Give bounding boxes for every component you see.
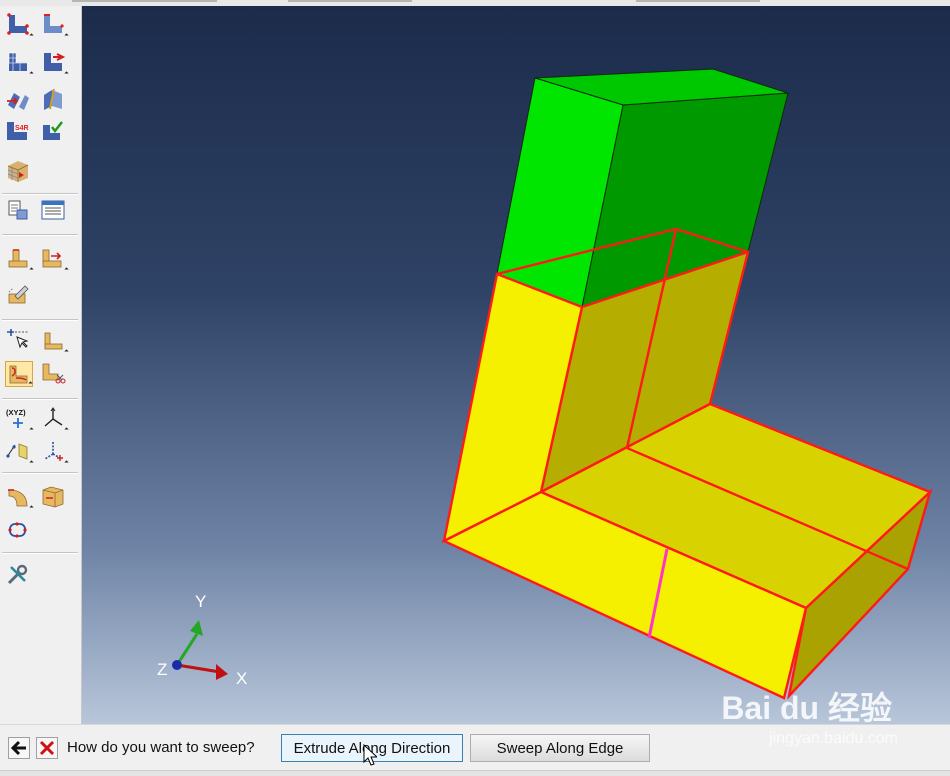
prompt-area: How do you want to sweep? Extrude Along … xyxy=(0,724,950,771)
tools-wrench-icon[interactable] xyxy=(5,563,33,589)
datum-xyz-icon[interactable]: (XYZ) xyxy=(5,406,34,432)
virtual-topology-icon[interactable] xyxy=(5,282,33,308)
partition-solid-icon[interactable] xyxy=(40,484,68,510)
back-arrow-button[interactable] xyxy=(8,737,30,759)
y-axis-label: Y xyxy=(195,592,207,611)
datum-triad-icon[interactable] xyxy=(40,439,69,465)
close-icon xyxy=(39,740,55,756)
table-manager-icon[interactable] xyxy=(40,198,68,224)
refresh-loop-icon[interactable] xyxy=(5,518,33,544)
orphan-mesh-icon[interactable] xyxy=(40,246,69,272)
back-arrow-icon xyxy=(10,740,26,756)
mouse-cursor-icon xyxy=(363,744,377,766)
mesh-controls-cube-icon[interactable] xyxy=(5,158,33,184)
prompt-question: How do you want to sweep? xyxy=(67,739,255,756)
partition-face-icon[interactable] xyxy=(5,484,34,510)
query-icon[interactable] xyxy=(5,198,33,224)
mesh-region-icon[interactable] xyxy=(40,50,69,76)
element-type-label: S4R xyxy=(15,125,29,132)
create-datum-axis-icon[interactable] xyxy=(40,328,69,354)
datum-plane-icon[interactable] xyxy=(5,439,34,465)
x-axis-label: X xyxy=(236,669,248,688)
create-datum-point-icon[interactable] xyxy=(5,328,33,354)
cut-sketch-icon[interactable] xyxy=(40,361,68,387)
mesh-part-icon[interactable] xyxy=(5,50,34,76)
status-strip xyxy=(0,770,950,776)
model-3d-scene[interactable] xyxy=(82,6,950,724)
model-viewport[interactable]: Y X Z Bai du 经验 xyxy=(82,6,950,724)
z-axis-label: Z xyxy=(157,660,168,679)
watermark-logo: Bai du 经验 xyxy=(721,690,892,724)
mesh-toolbox: S4R (XYZ) xyxy=(0,6,82,724)
datum-xyz-label: (XYZ) xyxy=(6,408,26,417)
assign-element-type-icon[interactable]: S4R xyxy=(5,119,33,145)
seed-part-icon[interactable] xyxy=(5,12,34,38)
sweep-along-edge-button[interactable]: Sweep Along Edge xyxy=(470,734,650,762)
partition-cell-icon[interactable] xyxy=(40,87,68,113)
sweep-edge-icon[interactable] xyxy=(5,361,33,387)
element-type-icon[interactable] xyxy=(5,87,33,113)
watermark-url: jingyan.baidu.com xyxy=(769,730,898,747)
edit-mesh-icon[interactable] xyxy=(5,246,34,272)
verify-mesh-icon[interactable] xyxy=(40,119,68,145)
axis-triad xyxy=(172,620,228,680)
cancel-button[interactable] xyxy=(36,737,58,759)
seed-edge-icon[interactable] xyxy=(40,12,69,38)
datum-csys-icon[interactable] xyxy=(40,406,69,432)
